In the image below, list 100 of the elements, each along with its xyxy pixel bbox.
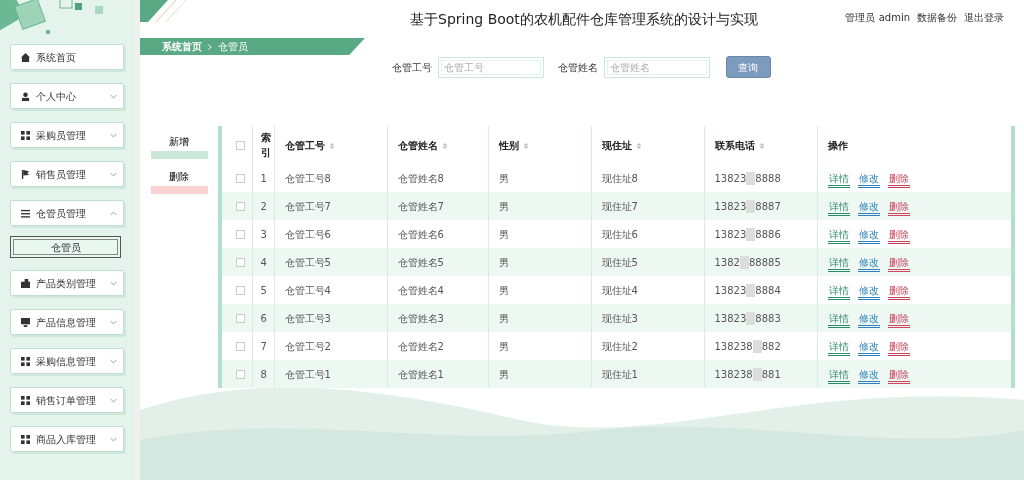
checkbox[interactable]	[236, 202, 245, 211]
table-cell: 3	[260, 228, 267, 240]
table-cell: 现住址3	[601, 312, 638, 324]
action-link[interactable]: 删除	[887, 312, 910, 328]
action-link[interactable]: 删除	[887, 368, 910, 384]
action-link[interactable]: 修改	[857, 228, 880, 244]
action-link[interactable]: 详情	[827, 256, 850, 272]
table-cell: 仓管工号7	[284, 200, 331, 212]
wallet-icon	[21, 278, 30, 288]
phone-text: 8886	[755, 228, 781, 240]
table-cell: 现住址2	[601, 340, 638, 352]
action-link[interactable]: 详情	[827, 368, 850, 384]
table-cell: 4	[260, 256, 267, 268]
list-icon	[21, 208, 30, 218]
menu-item[interactable]: 采购信息管理	[10, 348, 124, 374]
add-button[interactable]: 新增	[150, 134, 208, 159]
breadcrumb-current: 仓管员	[218, 40, 248, 54]
privacy-mask	[739, 256, 749, 269]
table-cell: 7	[260, 340, 267, 352]
action-link[interactable]: 修改	[857, 172, 880, 188]
menu-item[interactable]: 个人中心	[10, 83, 124, 109]
checkbox[interactable]	[236, 230, 245, 239]
column-header[interactable]: 联系电话	[714, 139, 755, 151]
column-header[interactable]: 仓管工号	[284, 139, 325, 151]
column-header[interactable]: 现住址	[601, 139, 632, 151]
privacy-mask	[746, 312, 756, 325]
breadcrumb-link[interactable]: 系统首页	[162, 39, 202, 54]
action-link[interactable]: 详情	[827, 312, 850, 328]
phone-text: 8884	[755, 284, 781, 296]
grid-icon	[21, 130, 30, 140]
phone-text: 88885	[748, 256, 781, 268]
table-cell: 男	[498, 312, 509, 324]
action-link[interactable]: 删除	[887, 200, 910, 216]
user-label: 管理员 admin	[845, 11, 910, 25]
action-link[interactable]: 删除	[887, 172, 910, 188]
table-cell: 仓管工号6	[284, 228, 331, 240]
delete-button[interactable]: 删除	[150, 169, 208, 194]
action-link[interactable]: 详情	[827, 284, 850, 300]
privacy-mask	[746, 284, 756, 297]
table-cell: 男	[498, 200, 509, 212]
action-link[interactable]: 删除	[887, 256, 910, 272]
table-cell: 仓管姓名7	[397, 200, 444, 212]
action-link[interactable]: 删除	[887, 340, 910, 356]
menu-item[interactable]: 采购员管理	[10, 122, 124, 148]
action-link[interactable]: 修改	[857, 368, 880, 384]
phone-text: 138238	[714, 368, 753, 380]
checkbox[interactable]	[236, 141, 245, 150]
grid-icon	[21, 395, 30, 405]
menu-item[interactable]: 销售订单管理	[10, 387, 124, 413]
checkbox[interactable]	[236, 314, 245, 323]
column-header[interactable]: 仓管姓名	[397, 139, 438, 151]
input-field[interactable]: 仓管姓名	[603, 56, 710, 78]
table-cell: 男	[498, 172, 509, 184]
menu-item[interactable]: 产品信息管理	[10, 309, 124, 335]
action-link[interactable]: 详情	[827, 172, 850, 188]
privacy-mask	[752, 340, 762, 353]
table-cell: 仓管工号2	[284, 340, 331, 352]
menu-label: 产品类别管理	[36, 276, 97, 291]
action-link[interactable]: 修改	[857, 284, 880, 300]
menu-item[interactable]: 系统首页	[10, 44, 124, 70]
menu-item[interactable]: 销售员管理	[10, 161, 124, 187]
menu-label: 仓管员管理	[36, 206, 87, 221]
action-link[interactable]: 详情	[827, 340, 850, 356]
action-link[interactable]: 修改	[857, 200, 880, 216]
action-link[interactable]: 删除	[887, 284, 910, 300]
search-button[interactable]: 查询	[725, 56, 771, 78]
menu-item[interactable]: 产品类别管理	[10, 270, 124, 296]
table-cell: 仓管姓名5	[397, 256, 444, 268]
menu-item[interactable]: 仓管员管理	[10, 200, 124, 226]
menu-label: 销售员管理	[36, 167, 87, 182]
phone-text: 8887	[755, 200, 781, 212]
action-link[interactable]: 详情	[827, 200, 850, 216]
checkbox[interactable]	[236, 342, 245, 351]
table-cell: 仓管姓名8	[397, 172, 444, 184]
column-header[interactable]: 性别	[498, 139, 519, 151]
phone-text: 13823	[714, 312, 747, 324]
menu-label: 采购员管理	[36, 128, 87, 143]
table-cell: 男	[498, 256, 509, 268]
table-cell: 现住址8	[601, 172, 638, 184]
action-link[interactable]: 修改	[857, 256, 880, 272]
table-cell: 仓管工号1	[284, 368, 331, 380]
header-link[interactable]: 退出登录	[964, 10, 1004, 25]
phone-text: 13823	[714, 284, 747, 296]
table-cell: 仓管工号3	[284, 312, 331, 324]
input-field[interactable]: 仓管工号	[437, 56, 544, 78]
table-cell: 男	[498, 368, 509, 380]
phone-text: 8888	[755, 172, 781, 184]
action-link[interactable]: 删除	[887, 228, 910, 244]
action-link[interactable]: 修改	[857, 340, 880, 356]
checkbox[interactable]	[236, 174, 245, 183]
action-link[interactable]: 修改	[857, 312, 880, 328]
checkbox[interactable]	[236, 286, 245, 295]
field-label: 仓管工号	[391, 60, 432, 75]
checkbox[interactable]	[236, 370, 245, 379]
action-link[interactable]: 详情	[827, 228, 850, 244]
checkbox[interactable]	[236, 258, 245, 267]
submenu-item[interactable]: 仓管员	[10, 236, 121, 258]
phone-text: 138238	[714, 340, 753, 352]
menu-item[interactable]: 商品入库管理	[10, 426, 124, 452]
header-link[interactable]: 数据备份	[917, 10, 957, 25]
